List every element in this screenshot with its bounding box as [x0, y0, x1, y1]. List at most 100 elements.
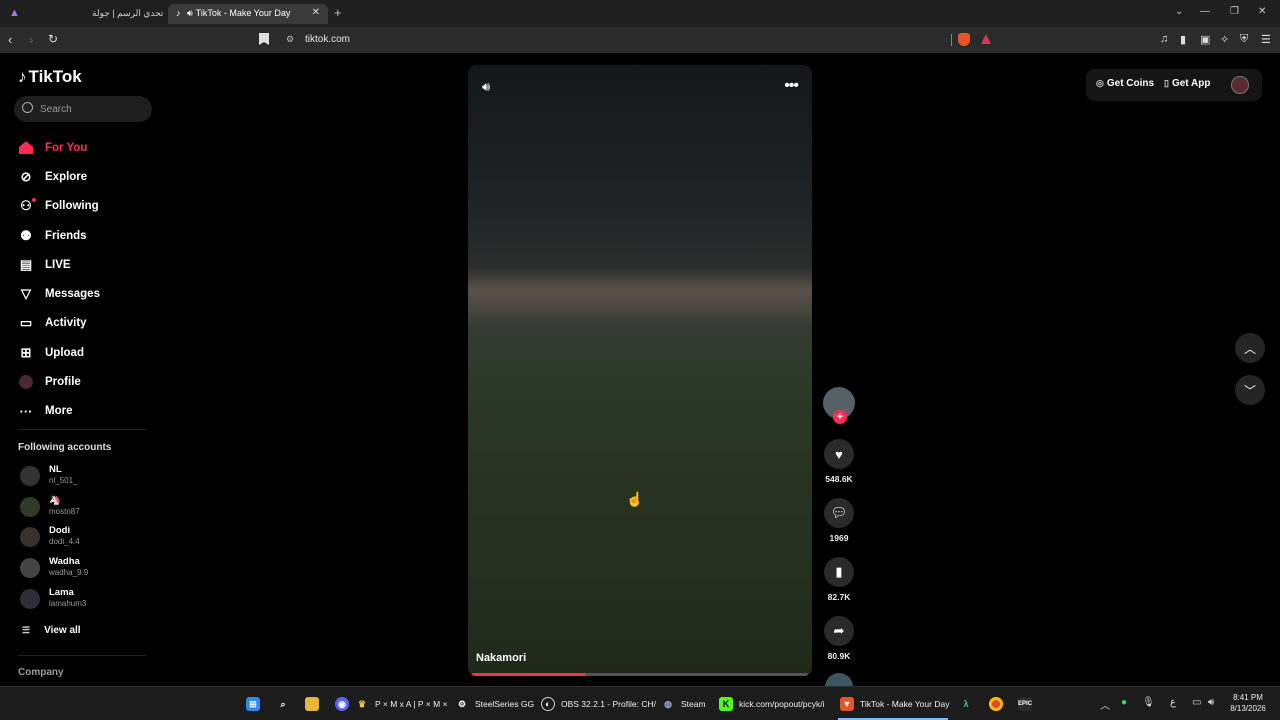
search-box[interactable]	[14, 96, 152, 122]
search-input[interactable]	[40, 102, 140, 116]
minimize-button[interactable]: —	[1200, 6, 1210, 17]
sidebar-item-label: Upload	[45, 346, 84, 359]
taskbar-app[interactable]: λ	[959, 695, 979, 713]
get-coins-button[interactable]: ◎ Get Coins	[1096, 78, 1154, 89]
video-actions: + ♥ 548.6K 💬︎ 1969 ▮ 82.7K ➦ 80.9K	[822, 387, 856, 701]
bookmark-icon[interactable]: ▮	[824, 557, 854, 587]
sidebar-icon[interactable]: ▮	[1180, 33, 1186, 46]
sidebar-item-label: More	[45, 405, 73, 418]
sidebar-item-activity[interactable]: ▭ Activity	[18, 309, 100, 338]
activity-icon: ▭	[19, 315, 33, 331]
maximize-button[interactable]: ❐	[1230, 6, 1239, 17]
video-player[interactable]: 🔊︎ ••• ☝ Nakamori	[468, 65, 812, 676]
tab-search-icon[interactable]: ⌄	[1175, 6, 1183, 17]
like-action[interactable]: ♥ 548.6K	[822, 439, 856, 484]
site-info-icon[interactable]: ⚙	[286, 34, 294, 45]
next-video-button[interactable]: ﹀	[1235, 375, 1265, 405]
home-icon	[18, 140, 34, 156]
browser-menu-icon[interactable]: ▲	[9, 7, 21, 19]
sidebar-item-friends[interactable]: ⚉ Friends	[18, 221, 100, 250]
taskbar-item-obs[interactable]: ◐ OBS 32.2.1 - Profile: CH/	[541, 695, 656, 713]
share-count: 80.9K	[827, 651, 851, 661]
tiktok-logo[interactable]: ♪ TikTok	[18, 67, 82, 87]
media-icon[interactable]: ♫	[1160, 33, 1168, 45]
browser-toolbar: ‹ › ↻ ⚙ tiktok.com ♫ ▮ ▣ ✧ ⛨ ☰	[0, 27, 1280, 53]
close-window-button[interactable]: ✕	[1258, 6, 1266, 17]
tab-drawing-challenge[interactable]: تحدي الرسم | جولة	[92, 4, 163, 24]
language-indicator[interactable]: ع	[1170, 697, 1176, 708]
sidebar-item-for-you[interactable]: For You	[18, 133, 100, 162]
get-app-button[interactable]: ▯ Get App	[1164, 78, 1210, 89]
video-progress-fill	[472, 673, 587, 676]
address-bar[interactable]: tiktok.com	[305, 34, 350, 45]
leo-ai-icon[interactable]: ✧	[1220, 33, 1229, 46]
volume-icon[interactable]: 🔊︎	[482, 79, 490, 95]
taskbar-item-label: kick.com/popout/pcyk/i	[739, 699, 825, 709]
company-link[interactable]: Company	[18, 667, 64, 678]
taskbar-discord[interactable]: ◉	[335, 695, 355, 713]
mouse-cursor-icon: ☝	[626, 491, 644, 507]
account-name: Dodi	[49, 525, 71, 537]
comment-icon[interactable]: 💬︎	[824, 498, 854, 528]
creator-avatar[interactable]: +	[823, 387, 855, 424]
comment-action[interactable]: 💬︎ 1969	[822, 498, 856, 543]
taskbar-item-kick[interactable]: Kkick.com/popout/pcyk/i	[719, 695, 825, 713]
video-creator-name[interactable]: Nakamori	[476, 652, 526, 664]
status-dot-icon[interactable]: ●	[1121, 697, 1127, 708]
brave-rewards-icon[interactable]	[981, 34, 991, 44]
search-button[interactable]: ⌕	[276, 695, 296, 713]
system-clock[interactable]: 8:41 PM 8/13/2026	[1222, 692, 1274, 714]
share-icon[interactable]: ➦	[824, 616, 854, 646]
forward-button[interactable]: ›	[29, 32, 33, 47]
reload-button[interactable]: ↻	[48, 32, 58, 46]
tab-tiktok[interactable]: ♪ 🔊︎ TikTok - Make Your Day ✕	[168, 4, 328, 24]
previous-video-button[interactable]: ︿	[1235, 333, 1265, 363]
sidebar-nav: For You ⊘ Explore ⚇ Following ⚉ Friends …	[18, 133, 100, 426]
volume-icon[interactable]: 🔊︎	[1208, 697, 1214, 708]
follow-plus-icon[interactable]: +	[833, 410, 847, 424]
sidebar-item-explore[interactable]: ⊘ Explore	[18, 162, 100, 191]
more-options-icon[interactable]: •••	[784, 77, 799, 95]
avatar[interactable]	[1231, 76, 1249, 94]
tray-overflow-icon[interactable]: ︿	[1100, 697, 1110, 712]
view-all-button[interactable]: ☰ View all	[22, 625, 81, 636]
taskbar-item-brave[interactable]: ▼ TikTok - Make Your Day	[840, 695, 949, 713]
taskbar-item-discord-chat[interactable]: ♛ P × M x A | P × M ×	[355, 695, 448, 713]
save-action[interactable]: ▮ 82.7K	[822, 557, 856, 602]
video-progress-bar[interactable]	[472, 673, 808, 676]
avatar	[20, 527, 40, 548]
avatar	[20, 496, 40, 517]
close-tab-icon[interactable]: ✕	[312, 4, 320, 22]
file-explorer-button[interactable]	[305, 695, 325, 713]
sidebar-item-messages[interactable]: ▽ Messages	[18, 279, 100, 308]
menu-icon[interactable]: ☰	[1261, 33, 1271, 46]
taskbar-chrome[interactable]	[989, 695, 1009, 713]
notification-dot	[32, 197, 36, 202]
start-button[interactable]: ⊞	[246, 695, 266, 713]
network-icon[interactable]: ▭	[1192, 697, 1201, 708]
sidebar-item-more[interactable]: ··· More	[18, 397, 100, 426]
microphone-icon[interactable]: 🎙︎	[1142, 697, 1155, 708]
divider	[18, 429, 146, 430]
sidebar-item-upload[interactable]: ⊞ Upload	[18, 338, 100, 367]
wallet-icon[interactable]: ▣	[1200, 33, 1210, 46]
taskbar-item-steelseries[interactable]: ⚙ SteelSeries GG	[455, 695, 534, 713]
sidebar-item-profile[interactable]: Profile	[18, 367, 100, 396]
sidebar-item-label: Profile	[45, 376, 81, 389]
taskbar-item-steam[interactable]: ◍ Steam	[661, 695, 706, 713]
back-button[interactable]: ‹	[8, 32, 12, 47]
brave-shields-icon[interactable]	[958, 33, 970, 46]
bookmark-icon[interactable]	[259, 33, 269, 45]
windows-icon: ⊞	[246, 697, 260, 711]
sidebar-item-live[interactable]: ▤ LIVE	[18, 250, 100, 279]
taskbar-item-label: TikTok - Make Your Day	[860, 699, 950, 709]
share-action[interactable]: ➦ 80.9K	[822, 616, 856, 661]
vpn-icon[interactable]: ⛨	[1240, 33, 1248, 46]
new-tab-button[interactable]: +	[334, 5, 342, 20]
speaker-icon[interactable]: 🔊︎	[187, 4, 193, 22]
epic-games-icon: EPIC	[1018, 697, 1032, 711]
heart-icon[interactable]: ♥	[824, 439, 854, 469]
taskbar-epic[interactable]: EPIC	[1018, 695, 1038, 713]
sidebar-item-following[interactable]: ⚇ Following	[18, 192, 100, 221]
sidebar-item-label: For You	[45, 141, 88, 154]
